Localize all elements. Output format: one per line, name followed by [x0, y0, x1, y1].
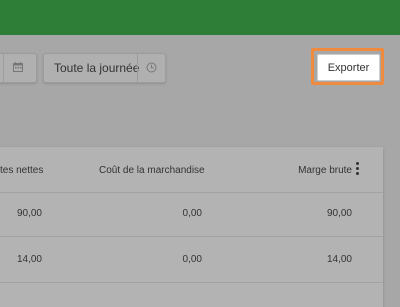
cell-gross-margin: 90,00: [326, 208, 352, 219]
time-filter-label[interactable]: Toute la journée: [54, 61, 139, 75]
clock-icon[interactable]: [146, 62, 157, 73]
cell-net-sales: 14,00: [16, 254, 42, 265]
export-button[interactable]: Exporter: [317, 54, 380, 81]
cell-gross-margin: 14,00: [326, 254, 352, 265]
date-picker[interactable]: [0, 53, 37, 83]
column-header-gross-margin[interactable]: Marge brute: [280, 165, 352, 176]
top-app-bar: [0, 0, 400, 35]
row-separator: [0, 282, 383, 283]
cell-cost-of-goods: 0,00: [182, 254, 202, 265]
column-header-cost-of-goods[interactable]: Coût de la marchandise: [99, 165, 205, 176]
cell-net-sales: 90,00: [16, 208, 42, 219]
time-divider: [137, 54, 138, 82]
cell-cost-of-goods: 0,00: [182, 208, 202, 219]
row-separator: [0, 236, 383, 237]
sales-table: tes nettes Coût de la marchandise Marge …: [0, 147, 383, 307]
calendar-icon[interactable]: [13, 62, 23, 72]
header-separator: [0, 192, 383, 193]
column-header-net-sales[interactable]: tes nettes: [0, 165, 43, 176]
time-filter[interactable]: Toute la journée: [43, 53, 166, 83]
date-divider: [3, 54, 4, 82]
more-vertical-icon[interactable]: [356, 162, 360, 176]
